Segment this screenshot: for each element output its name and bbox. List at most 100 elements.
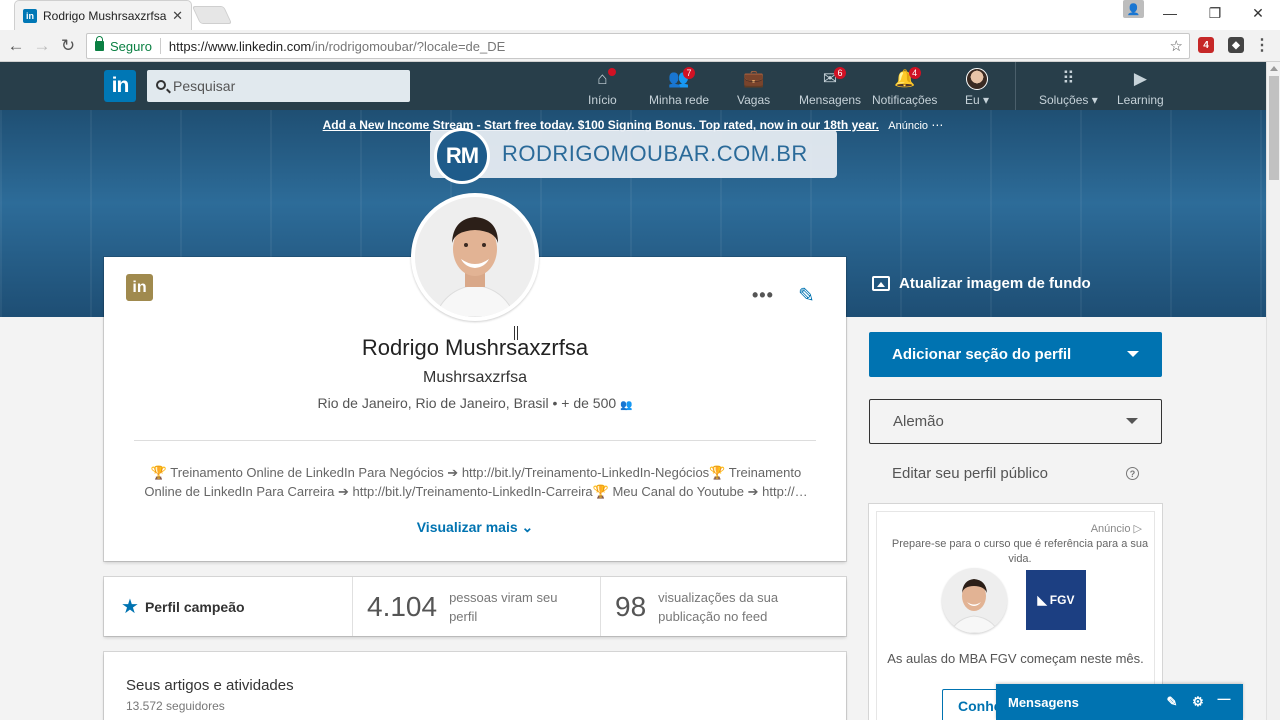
- profile-photo[interactable]: [411, 193, 539, 321]
- profile-headline: Mushrsaxzrfsa: [422, 369, 528, 386]
- nav-badge: 7: [683, 67, 696, 79]
- extension-badge: 4: [1203, 39, 1209, 51]
- page-scrollbar[interactable]: [1266, 62, 1280, 720]
- articles-title: Seus artigos e atividades: [126, 677, 294, 694]
- url-input[interactable]: Seguro https://www.linkedin.com/in/rodri…: [86, 33, 1190, 59]
- champion-label: Perfil campeão: [144, 598, 245, 615]
- linkedin-logo[interactable]: in: [104, 70, 136, 102]
- lock-icon: [95, 36, 104, 51]
- champion-stat[interactable]: ★ Perfil campeão: [104, 577, 353, 636]
- language-value: Alemão: [893, 413, 944, 430]
- update-background-label: Atualizar imagem de fundo: [899, 275, 1091, 292]
- add-profile-section-button[interactable]: Adicionar seção do perfil: [869, 332, 1162, 377]
- ad-caption: As aulas do MBA FGV começam neste mês.: [887, 651, 1144, 666]
- nav-home[interactable]: ⌂ Início: [588, 68, 617, 110]
- nav-learning[interactable]: ▶ Learning: [1117, 68, 1164, 110]
- back-icon[interactable]: ←: [4, 34, 28, 58]
- linkedin-badge-icon: in: [126, 274, 153, 301]
- language-select[interactable]: Alemão: [869, 399, 1162, 444]
- connections-link[interactable]: + de 500: [561, 395, 616, 411]
- browser-profile-icon[interactable]: 👤: [1123, 0, 1144, 18]
- nav-label: Soluções ▾: [1039, 93, 1098, 107]
- nav-badge: 4: [908, 67, 921, 79]
- ad-text: Prepare-se para o curso que é referência…: [891, 538, 1149, 565]
- learning-icon: ▶: [1133, 69, 1147, 88]
- nav-jobs[interactable]: 💼 Vagas: [737, 68, 770, 110]
- rm-logo-banner: RM RODRIGOMOUBAR.COM.BR: [430, 128, 837, 184]
- update-background-button[interactable]: Atualizar imagem de fundo: [872, 275, 1091, 292]
- feed-desc: visualizações da sua publicação no feed: [658, 589, 779, 624]
- linkedin-nav: in Pesquisar ⌂ Início 👥 7 Minha rede 💼 Va…: [0, 62, 1266, 110]
- close-window-icon[interactable]: ✕: [1238, 0, 1278, 26]
- search-placeholder: Pesquisar: [173, 78, 236, 94]
- scroll-thumb[interactable]: [1269, 76, 1279, 180]
- nav-solutions[interactable]: ⠿ Soluções ▾: [1039, 68, 1098, 110]
- messaging-bar[interactable]: Mensagens ✎ ⚙ —: [996, 684, 1243, 720]
- messaging-label: Mensagens: [1008, 694, 1079, 710]
- text-cursor-icon: [514, 326, 518, 340]
- show-more-link[interactable]: Visualizar mais ⌄: [104, 519, 846, 536]
- bookmark-star-icon[interactable]: ☆: [1170, 37, 1183, 55]
- menu-dots-icon[interactable]: ⋮: [1254, 37, 1270, 54]
- articles-card: Seus artigos e atividades 13.572 seguido…: [104, 652, 846, 720]
- nav-notifications[interactable]: 🔔 4 Notificações: [872, 67, 937, 110]
- messages-icon: ✉ 6: [818, 67, 847, 90]
- grid-icon: ⠿: [1062, 69, 1075, 88]
- network-icon: 👥 7: [667, 67, 696, 90]
- edit-public-profile-link[interactable]: Editar seu perfil público: [892, 465, 1048, 482]
- chevron-down-icon: [1126, 418, 1138, 424]
- nav-me[interactable]: Eu ▾: [965, 68, 989, 110]
- nav-divider: [1015, 62, 1016, 110]
- profile-summary: 🏆 Treinamento Online de LinkedIn Para Ne…: [144, 465, 808, 499]
- nav-network[interactable]: 👥 7 Minha rede: [649, 67, 709, 110]
- chevron-down-icon: [1127, 351, 1139, 357]
- followers-count[interactable]: 13.572 seguidores: [126, 699, 225, 713]
- nav-label: Mensagens: [799, 93, 862, 107]
- nav-badge: 6: [834, 67, 847, 79]
- ad-label: Anúncio ▷: [1090, 523, 1142, 535]
- extension-puzzle-icon[interactable]: ◆: [1228, 37, 1244, 53]
- feed-views-stat[interactable]: 98 visualizações da sua publicação no fe…: [601, 577, 846, 636]
- minimize-icon[interactable]: —: [1216, 690, 1232, 706]
- close-tab-icon[interactable]: ✕: [172, 8, 183, 24]
- briefcase-icon: 💼: [742, 69, 765, 88]
- stats-card: ★ Perfil campeão 4.104 pessoas viram seu…: [104, 577, 846, 636]
- feed-count: 98: [615, 590, 647, 622]
- nav-messages[interactable]: ✉ 6 Mensagens: [799, 67, 862, 110]
- bell-icon: 🔔 4: [893, 67, 921, 90]
- nav-label: Eu ▾: [965, 93, 990, 107]
- restore-icon[interactable]: ❐: [1195, 0, 1235, 26]
- rm-logo: RM: [434, 128, 490, 184]
- browser-tab[interactable]: in Rodrigo Mushrsaxzrfsa | L ✕: [14, 0, 192, 30]
- views-desc: pessoas viram seu perfil: [449, 589, 558, 624]
- tab-title: Rodrigo Mushrsaxzrfsa | L: [43, 8, 168, 23]
- search-input[interactable]: Pesquisar: [147, 70, 410, 102]
- browser-tab-bar: in Rodrigo Mushrsaxzrfsa | L ✕ 👤 — ❐ ✕: [0, 0, 1280, 30]
- profile-views-stat[interactable]: 4.104 pessoas viram seu perfil: [353, 577, 601, 636]
- search-icon: [156, 80, 166, 90]
- rm-site: RODRIGOMOUBAR.COM.BR: [502, 141, 808, 166]
- scroll-up-icon[interactable]: [1270, 66, 1278, 71]
- forward-icon[interactable]: →: [30, 34, 54, 58]
- profile-name: Rodrigo Mushrsaxzrfsa: [361, 335, 589, 360]
- more-options-icon[interactable]: •••: [752, 285, 774, 306]
- compose-icon[interactable]: ✎: [1164, 694, 1180, 710]
- divider: [134, 440, 816, 441]
- nav-label: Início: [588, 93, 617, 107]
- help-icon[interactable]: ?: [1126, 467, 1139, 480]
- profile-location: Rio de Janeiro, Rio de Janeiro, Brasil •…: [317, 395, 633, 411]
- edit-pencil-icon[interactable]: ✎: [798, 283, 815, 308]
- new-tab-button[interactable]: [191, 6, 233, 24]
- ad-choices-icon: ▷: [1133, 523, 1142, 535]
- ad-more-icon[interactable]: ⋯: [931, 118, 943, 132]
- url-host: https://www.linkedin.com: [168, 38, 312, 54]
- gear-icon[interactable]: ⚙: [1190, 694, 1206, 710]
- extension-icon[interactable]: 4: [1198, 37, 1214, 53]
- chevron-down-icon: ⌄: [521, 519, 534, 535]
- divider: [159, 38, 161, 54]
- minimize-icon[interactable]: —: [1150, 0, 1190, 26]
- views-count: 4.104: [367, 590, 438, 622]
- fgv-mark-icon: ◣: [1037, 593, 1047, 607]
- reload-icon[interactable]: ↻: [56, 34, 80, 58]
- nav-label: Vagas: [737, 93, 771, 107]
